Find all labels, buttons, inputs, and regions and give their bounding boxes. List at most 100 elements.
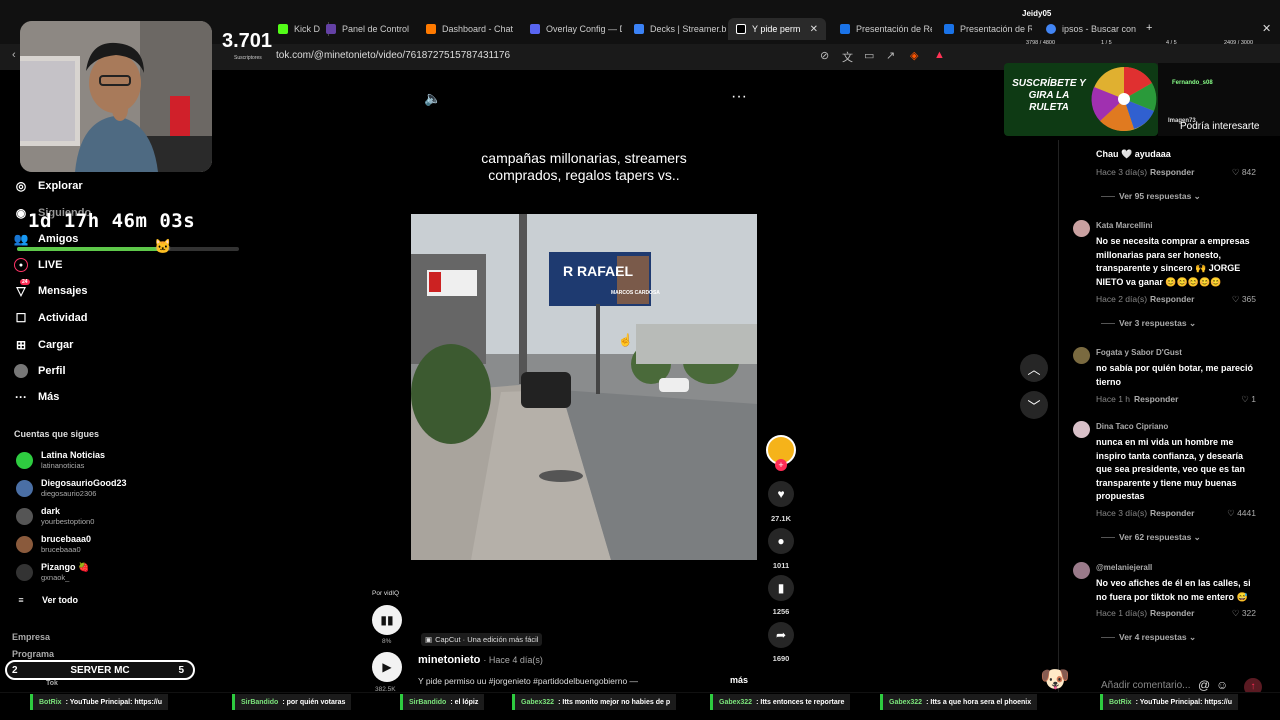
following-icon: ◉ <box>15 206 27 220</box>
avatar[interactable] <box>1073 347 1090 364</box>
previous-video-button[interactable]: ︿ <box>1020 354 1048 382</box>
cast-icon[interactable]: ▭ <box>864 49 874 62</box>
comment-author[interactable]: @melaniejerall <box>1096 563 1152 572</box>
tab-decks[interactable]: Decks | Streamer.bo <box>626 18 726 40</box>
following-section-title: Cuentas que sigues <box>14 429 100 439</box>
profile-icon <box>14 364 28 378</box>
following-account[interactable]: Pizango 🍓 gxnaok_ <box>16 562 89 582</box>
nav-live[interactable]: ● LIVE <box>14 258 62 272</box>
comment-like[interactable]: ♡ 842 <box>1220 167 1256 178</box>
stats-icon[interactable]: ▮▮ <box>372 605 402 635</box>
see-all-button[interactable]: ≡ Ver todo <box>14 593 78 607</box>
ticker-user: BotRix <box>39 698 62 706</box>
next-video-button[interactable]: ﹀ <box>1020 391 1048 419</box>
account-name: Latina Noticias <box>41 450 106 460</box>
translate-icon[interactable]: 文 <box>842 49 853 65</box>
reply-button[interactable]: Responder <box>1150 508 1194 518</box>
footer-empresa[interactable]: Empresa <box>12 632 50 642</box>
nav-mas[interactable]: ··· Más <box>14 390 59 404</box>
reply-button[interactable]: Responder <box>1150 167 1194 177</box>
like-count: 4441 <box>1237 508 1256 518</box>
more-link[interactable]: más <box>730 675 748 685</box>
upload-icon: ⊞ <box>15 338 27 352</box>
view-replies-label: Ver 95 respuestas <box>1119 191 1192 201</box>
reply-button[interactable]: Responder <box>1150 608 1194 618</box>
url-text[interactable]: tok.com/@minetonieto/video/7618727515787… <box>276 50 510 61</box>
tab-panel-control[interactable]: Panel de Control - T <box>318 18 410 40</box>
panel-title[interactable]: Podría interesarte <box>1180 121 1260 132</box>
add-comment-input[interactable]: Añadir comentario... <box>1101 680 1191 691</box>
footer-programa[interactable]: Programa <box>12 649 54 659</box>
comment-author[interactable]: Dina Taco Cipriano <box>1096 422 1168 431</box>
view-replies[interactable]: Ver 3 respuestas ⌄ <box>1101 318 1196 329</box>
reply-button[interactable]: Responder <box>1134 394 1178 404</box>
server-mc-badge: 2 SERVER MC 5 <box>5 660 195 680</box>
close-window-icon[interactable]: ✕ <box>1262 22 1271 35</box>
follow-plus-icon[interactable]: + <box>775 459 787 471</box>
more-options-icon[interactable]: ··· <box>731 88 747 106</box>
comment-text: No se necesita comprar a empresas millon… <box>1096 236 1250 287</box>
comment-author[interactable]: Fogata y Sabor D'Gust <box>1096 348 1182 357</box>
share-icon[interactable]: ↗ <box>886 49 895 62</box>
comment-like[interactable]: ♡ 1 <box>1220 394 1256 405</box>
share-button[interactable]: ➦ <box>768 622 794 648</box>
mention-icon[interactable]: @ <box>1198 678 1210 692</box>
avatar[interactable] <box>1073 562 1090 579</box>
comment-button[interactable]: ● <box>768 528 794 554</box>
capcut-badge[interactable]: ▣ CapCut · Una edición más fácil <box>421 633 543 646</box>
nav-amigos[interactable]: 👥 Amigos <box>14 232 79 246</box>
tab-presentacion-2[interactable]: Presentación de Re <box>936 18 1032 40</box>
nav-mensajes[interactable]: ▽ 24 Mensajes <box>14 279 88 298</box>
comment-author[interactable]: Kata Marcellini <box>1096 221 1152 230</box>
billboard-text: R RAFAEL <box>563 263 633 279</box>
following-account[interactable]: dark yourbestoption0 <box>16 506 94 526</box>
nav-perfil[interactable]: Perfil <box>14 364 66 378</box>
brave-rewards-icon[interactable]: ▲ <box>934 49 945 61</box>
save-count: 1256 <box>772 607 790 616</box>
reader-icon[interactable]: ⊘ <box>820 49 829 62</box>
nav-cargar[interactable]: ⊞ Cargar <box>14 338 74 352</box>
like-count: 365 <box>1241 294 1256 304</box>
tab-overlay-config[interactable]: Overlay Config — D <box>522 18 622 40</box>
discord-icon <box>530 24 540 34</box>
nav-actividad[interactable]: ☐ Actividad <box>14 311 88 325</box>
close-tab-icon[interactable]: ✕ <box>810 24 818 35</box>
nav-explorar[interactable]: ◎ Explorar <box>14 179 83 193</box>
comment-date: Hace 1 h <box>1096 394 1131 404</box>
streamerbot-icon <box>634 24 644 34</box>
brave-shield-icon[interactable]: ◈ <box>910 49 918 62</box>
following-account[interactable]: brucebaaa0 brucebaaa0 <box>16 534 91 554</box>
tab-dashboard[interactable]: Dashboard - Chat U <box>418 18 514 40</box>
view-replies[interactable]: Ver 95 respuestas ⌄ <box>1101 191 1201 202</box>
avatar[interactable] <box>1073 421 1090 438</box>
emoji-icon[interactable]: ☺ <box>1216 678 1228 692</box>
reply-button[interactable]: Responder <box>1150 294 1194 304</box>
play-icon[interactable]: ▶ <box>372 652 402 682</box>
ticker-item: Gabex322: Itts a que hora sera el phoeni… <box>880 694 1038 710</box>
video-player[interactable]: R RAFAEL MARCOS CARDOSA <box>411 214 757 560</box>
following-account[interactable]: Latina Noticias latinanoticias <box>16 450 105 470</box>
avatar[interactable] <box>1073 220 1090 237</box>
view-replies[interactable]: Ver 4 respuestas ⌄ <box>1101 632 1196 643</box>
tab-active-tiktok[interactable]: Y pide perm ✕ <box>728 18 826 40</box>
view-replies[interactable]: Ver 62 respuestas ⌄ <box>1101 532 1201 543</box>
following-account[interactable]: DiegosaurioGood23 diegosaurio2306 <box>16 478 127 498</box>
volume-icon[interactable]: 🔈 <box>424 90 441 107</box>
comment-text: nunca en mi vida un hombre me inspiro ta… <box>1096 437 1246 501</box>
video-author[interactable]: minetonieto · Hace 4 día(s) <box>418 654 543 666</box>
comment-like[interactable]: ♡ 322 <box>1220 608 1256 619</box>
ticker-user: BotRix <box>1109 698 1132 706</box>
like-button[interactable]: ♥ <box>768 481 794 507</box>
comment-like[interactable]: ♡ 365 <box>1220 294 1256 305</box>
account-name: brucebaaa0 <box>41 534 92 544</box>
tab-google-search[interactable]: ipsos - Buscar con G <box>1038 18 1138 40</box>
new-tab-icon[interactable]: + <box>1146 22 1152 34</box>
live-icon: ● <box>14 258 28 272</box>
footer-tok[interactable]: Tok <box>46 680 58 687</box>
comment-text: no sabía por quién botar, me pareció tie… <box>1096 363 1254 387</box>
back-icon[interactable]: ‹ <box>12 49 16 61</box>
compass-icon: ◎ <box>15 179 27 193</box>
comment-like[interactable]: ♡ 4441 <box>1220 508 1256 519</box>
save-button[interactable]: ▮ <box>768 575 794 601</box>
tab-presentacion-1[interactable]: Presentación de Re <box>832 18 932 40</box>
